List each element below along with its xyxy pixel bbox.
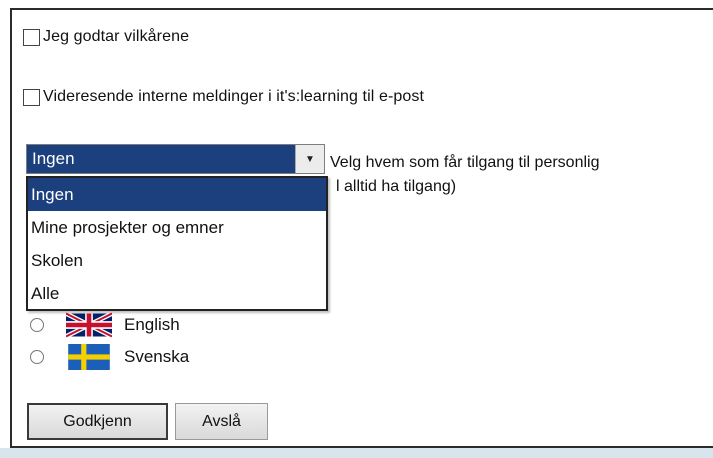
approve-button[interactable]: Godkjenn bbox=[27, 403, 168, 440]
dropdown-option[interactable]: Alle bbox=[28, 277, 326, 310]
language-radio-swedish[interactable] bbox=[30, 350, 44, 364]
language-label-english: English bbox=[124, 315, 180, 334]
language-label-swedish: Svenska bbox=[124, 347, 190, 366]
dropdown-option[interactable]: Ingen bbox=[28, 178, 326, 211]
forward-messages-checkbox[interactable] bbox=[23, 88, 40, 106]
forward-messages-row[interactable]: Videresende interne meldinger i it's:lea… bbox=[23, 88, 424, 106]
visibility-select-value: Ingen bbox=[27, 145, 295, 173]
accept-terms-label: Jeg godtar vilkårene bbox=[43, 28, 190, 45]
chevron-down-icon[interactable]: ▼ bbox=[295, 145, 324, 173]
language-option-english[interactable]: English bbox=[30, 312, 180, 338]
visibility-select[interactable]: Ingen ▼ bbox=[26, 144, 325, 174]
accept-terms-row[interactable]: Jeg godtar vilkårene bbox=[23, 28, 189, 46]
dropdown-option[interactable]: Skolen bbox=[28, 244, 326, 277]
visibility-help-text: Velg hvem som får tilgang til personlig … bbox=[330, 151, 599, 199]
visibility-dropdown-list[interactable]: Ingen Mine prosjekter og emner Skolen Al… bbox=[26, 176, 328, 311]
visibility-help-line1: Velg hvem som får tilgang til personlig bbox=[330, 154, 600, 171]
sweden-flag-icon bbox=[68, 344, 110, 370]
accept-terms-checkbox[interactable] bbox=[23, 28, 40, 46]
language-option-swedish[interactable]: Svenska bbox=[30, 344, 189, 370]
forward-messages-label: Videresende interne meldinger i it's:lea… bbox=[43, 88, 425, 105]
footer-strip bbox=[0, 448, 713, 458]
language-radio-english[interactable] bbox=[30, 318, 44, 332]
uk-flag-icon bbox=[66, 312, 112, 338]
decline-button[interactable]: Avslå bbox=[175, 403, 268, 440]
visibility-help-line2: l alltid ha tilgang) bbox=[336, 178, 457, 195]
dropdown-option[interactable]: Mine prosjekter og emner bbox=[28, 211, 326, 244]
